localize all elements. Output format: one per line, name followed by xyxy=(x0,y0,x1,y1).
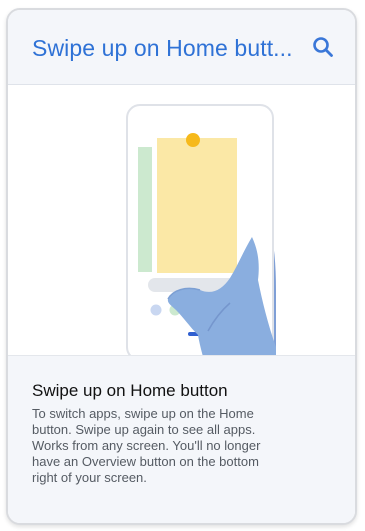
search-icon xyxy=(313,37,333,57)
tip-description: To switch apps, swipe up on the Home but… xyxy=(32,406,330,486)
header-bar: Swipe up on Home butt... xyxy=(8,10,355,85)
tip-card: Swipe up on Home butt... Swipe up on Hom… xyxy=(6,8,357,525)
app-dot-blue xyxy=(150,304,162,316)
tip-line: To switch apps, swipe up on the Home xyxy=(32,406,254,421)
page-title: Swipe up on Home butt... xyxy=(32,35,293,61)
tip-line: right of your screen. xyxy=(32,470,147,485)
gesture-illustration xyxy=(8,85,355,375)
main-app-card xyxy=(157,138,237,273)
tip-title: Swipe up on Home button xyxy=(32,381,228,400)
tip-line: Works from any screen. You'll no longer xyxy=(32,438,261,453)
side-app-card xyxy=(138,147,152,272)
phone-gesture-graphic xyxy=(126,104,276,375)
search-button[interactable] xyxy=(309,33,339,63)
notification-dot xyxy=(186,133,200,147)
tip-line: button. Swipe up again to see all apps. xyxy=(32,422,256,437)
tip-description-panel: Swipe up on Home button To switch apps, … xyxy=(8,355,355,523)
tip-line: have an Overview button on the bottom xyxy=(32,454,259,469)
